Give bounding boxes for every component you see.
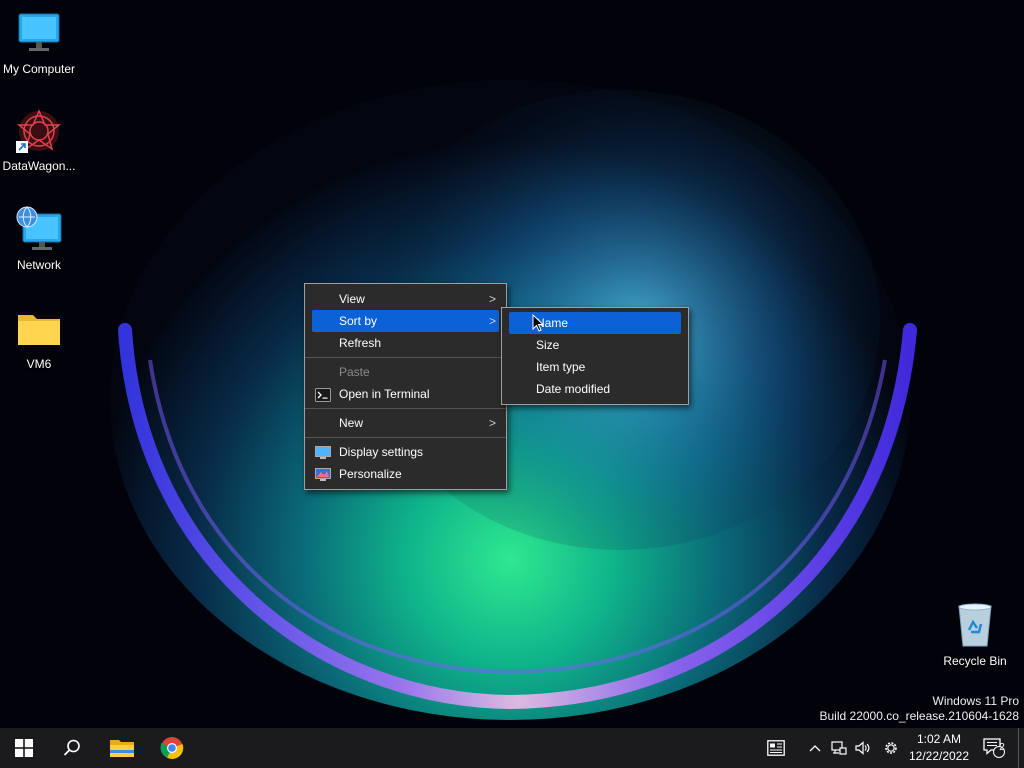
- file-explorer-icon: [110, 740, 134, 757]
- network-icon: [15, 206, 63, 254]
- menu-item-display-settings[interactable]: Display settings: [305, 441, 506, 463]
- menu-separator: [305, 357, 506, 358]
- menu-item-label: Item type: [536, 360, 586, 374]
- clock-button[interactable]: 1:02 AM 12/22/2022: [906, 728, 972, 768]
- menu-item-label: Date modified: [536, 382, 611, 396]
- menu-item-paste: Paste: [305, 361, 506, 383]
- menu-item-label: Size: [536, 338, 560, 352]
- desktop-icon-vm6[interactable]: VM6: [0, 305, 78, 371]
- sort-option-size[interactable]: Size: [502, 334, 688, 356]
- search-button[interactable]: [50, 728, 94, 768]
- notification-center-button[interactable]: 2: [974, 728, 1014, 768]
- sort-by-submenu: Name Size Item type Date modified: [501, 307, 689, 405]
- menu-item-label: Sort by: [339, 314, 378, 328]
- desktop-icon-label: My Computer: [2, 62, 76, 76]
- chevron-right-icon: >: [488, 292, 496, 306]
- taskbar: 1:02 AM 12/22/2022 2: [0, 728, 1024, 768]
- menu-item-label: Personalize: [339, 467, 402, 481]
- desktop-icon-my-computer[interactable]: My Computer: [0, 10, 78, 76]
- desktop-context-menu: View > Sort by > Refresh Paste Open in T…: [304, 283, 507, 490]
- desktop-icon-label: Network: [16, 258, 61, 272]
- desktop-icon-recycle-bin[interactable]: Recycle Bin: [936, 602, 1014, 668]
- menu-item-open-in-terminal[interactable]: Open in Terminal: [305, 383, 506, 405]
- windows-logo-icon: [15, 739, 33, 757]
- desktop-icon-label: VM6: [26, 357, 52, 371]
- taskbar-file-explorer[interactable]: [100, 728, 144, 768]
- recycle-bin-icon: [951, 602, 999, 650]
- volume-icon: [855, 741, 870, 755]
- folder-icon: [15, 305, 63, 353]
- chevron-up-icon: [809, 745, 821, 752]
- mouse-cursor-icon: [532, 314, 544, 332]
- menu-item-label: Paste: [339, 365, 370, 379]
- menu-item-label: Display settings: [339, 445, 424, 459]
- taskbar-chrome[interactable]: [150, 728, 194, 768]
- notification-count-badge: 2: [999, 742, 1005, 753]
- desktop[interactable]: My Computer DataWagon... Network VM6 Rec…: [0, 0, 1024, 728]
- computer-icon: [15, 10, 63, 58]
- desktop-icon-network[interactable]: Network: [0, 206, 78, 272]
- volume-tray-button[interactable]: [852, 728, 874, 768]
- search-icon: [63, 739, 80, 756]
- sort-option-item-type[interactable]: Item type: [502, 356, 688, 378]
- chevron-right-icon: >: [488, 416, 496, 430]
- display-settings-icon: [315, 445, 331, 459]
- chrome-icon: [160, 737, 184, 759]
- menu-item-new[interactable]: New >: [305, 412, 506, 434]
- clock-date: 12/22/2022: [908, 749, 970, 763]
- menu-item-label: View: [339, 292, 365, 306]
- network-wired-icon: [831, 741, 847, 755]
- news-icon: [767, 740, 785, 756]
- gear-icon: [885, 742, 897, 754]
- desktop-icon-datawagon[interactable]: DataWagon...: [0, 107, 78, 173]
- menu-item-label: Refresh: [339, 336, 382, 350]
- sort-option-date-modified[interactable]: Date modified: [502, 378, 688, 400]
- build-watermark-line2: Build 22000.co_release.210604-1628: [819, 709, 1020, 723]
- settings-tray-button[interactable]: [879, 728, 903, 768]
- network-tray-button[interactable]: [828, 728, 850, 768]
- menu-item-sort-by[interactable]: Sort by >: [312, 310, 499, 332]
- show-hidden-icons-button[interactable]: [804, 728, 826, 768]
- chevron-right-icon: >: [488, 314, 496, 328]
- menu-item-personalize[interactable]: Personalize: [305, 463, 506, 485]
- terminal-icon: [315, 387, 331, 402]
- menu-item-refresh[interactable]: Refresh: [305, 332, 506, 354]
- menu-item-label: New: [339, 416, 364, 430]
- edition-watermark-line1: Windows 11 Pro: [932, 694, 1019, 708]
- menu-item-label: Open in Terminal: [339, 387, 430, 401]
- show-desktop-button[interactable]: [1018, 728, 1024, 768]
- news-widget-button[interactable]: [756, 728, 796, 768]
- start-button[interactable]: [2, 728, 46, 768]
- personalize-icon: [315, 467, 331, 481]
- datawagon-icon: [15, 107, 63, 155]
- desktop-icon-label: DataWagon...: [2, 159, 76, 173]
- menu-item-view[interactable]: View >: [305, 288, 506, 310]
- desktop-icon-label: Recycle Bin: [943, 654, 1007, 668]
- clock-time: 1:02 AM: [916, 732, 962, 746]
- menu-separator: [305, 408, 506, 409]
- menu-separator: [305, 437, 506, 438]
